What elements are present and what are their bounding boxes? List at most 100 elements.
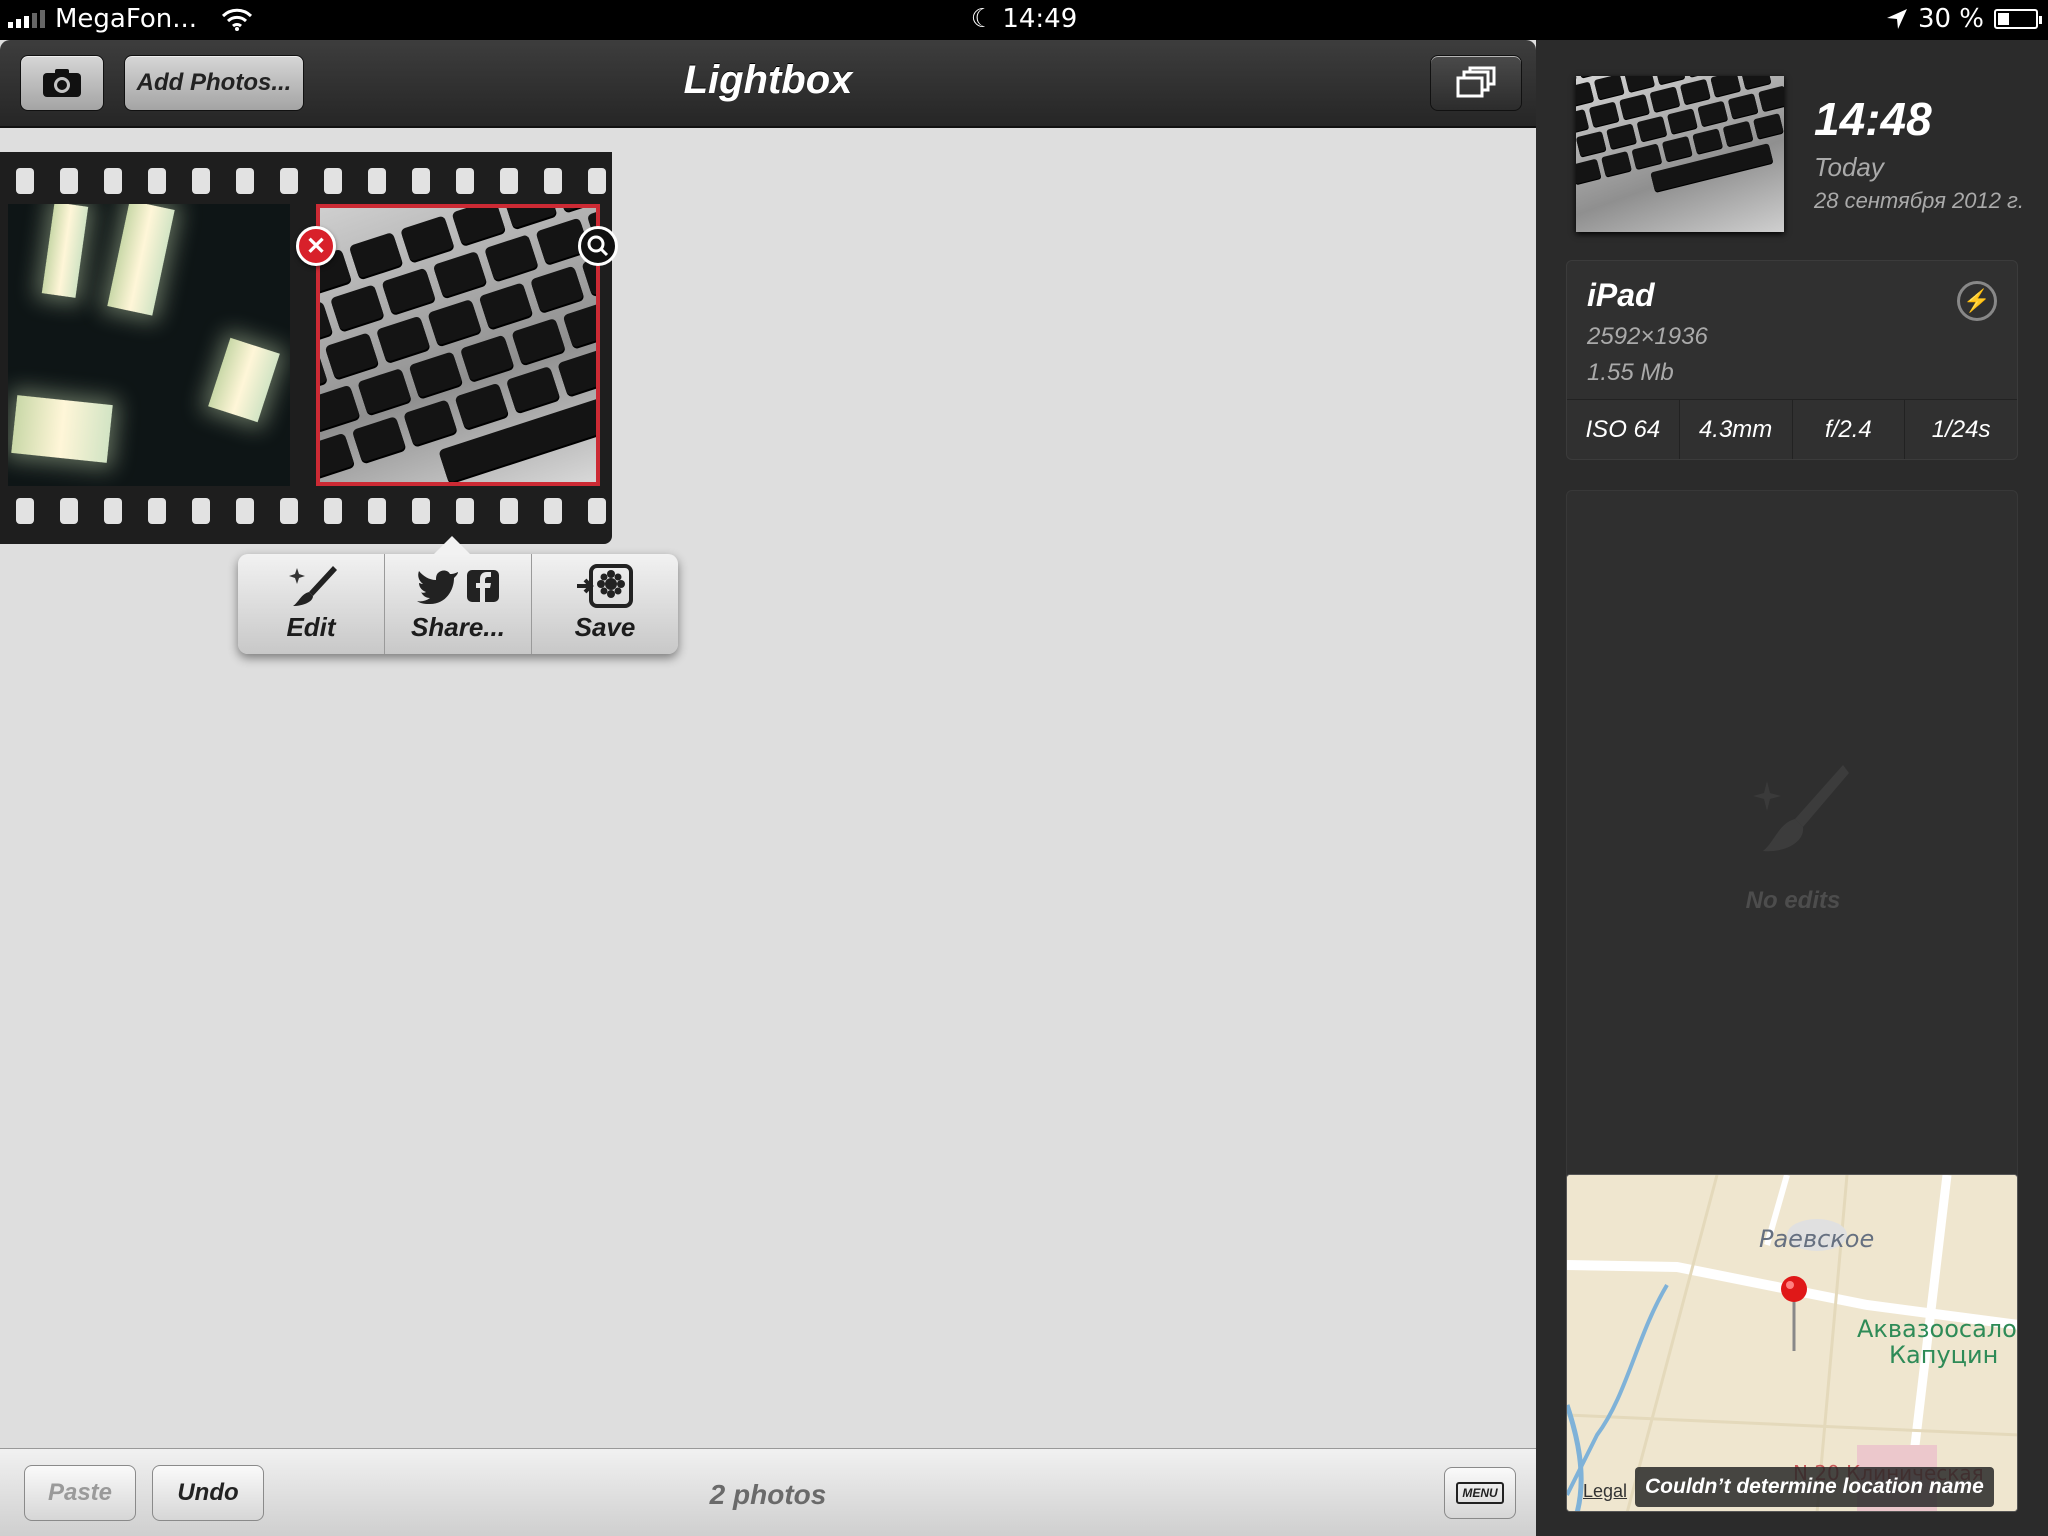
- keyboard-key: [1593, 76, 1625, 100]
- film-perforation: [236, 168, 254, 194]
- keyboard-key: [1624, 76, 1655, 92]
- film-strip: [0, 152, 612, 544]
- map-place-kapucin: Капуцин: [1889, 1341, 1999, 1369]
- film-perforation: [104, 498, 122, 524]
- keyboard-key: [324, 332, 379, 379]
- stack-icon: [1456, 66, 1496, 98]
- share-label: Share...: [411, 611, 505, 642]
- keyboard-key: [1666, 108, 1698, 134]
- keyboard-key: [427, 298, 482, 346]
- device-name: iPad: [1587, 277, 1655, 313]
- map-pin-icon: [1781, 1276, 1807, 1351]
- top-toolbar: Add Photos... Lightbox: [0, 40, 1536, 128]
- location-map[interactable]: Раевское Аквазоосало Капуцин N 20 Клинич…: [1566, 1174, 2018, 1512]
- photo-resolution: 2592×1936: [1587, 323, 1708, 350]
- status-center: ☾ 14:49: [0, 4, 2048, 34]
- save-button[interactable]: Save: [532, 554, 678, 654]
- keyboard-key: [400, 215, 455, 262]
- map-place-raevskoe: Раевское: [1759, 1225, 1875, 1253]
- film-perforation: [412, 168, 430, 194]
- keyboard-key: [478, 282, 533, 329]
- twitter-icon: [417, 569, 458, 604]
- battery-level: [1998, 13, 2009, 25]
- film-perforation: [412, 498, 430, 524]
- film-perforation: [324, 168, 342, 194]
- keyboard-key: [1636, 115, 1668, 142]
- keyboard-key: [1601, 151, 1632, 177]
- exif-row: ISO 64 4.3mm f/2.4 1/24s: [1567, 399, 2017, 459]
- keyboard-key: [562, 301, 596, 348]
- film-perforation: [16, 498, 34, 524]
- keyboard-key: [554, 208, 596, 212]
- moon-icon: ☾: [970, 4, 995, 34]
- keyboard-key: [505, 365, 561, 413]
- keyboard-key: [1758, 85, 1784, 112]
- save-label: Save: [574, 611, 636, 642]
- film-perforation: [280, 498, 298, 524]
- keyboard-key: [381, 267, 436, 315]
- keyboard-key: [348, 231, 404, 279]
- stack-view-button[interactable]: [1430, 55, 1522, 111]
- status-bar: MegaFon... ☾ 14:49 30 %: [0, 0, 2048, 40]
- edit-button[interactable]: Edit: [238, 554, 385, 654]
- keyboard-key: [557, 349, 596, 396]
- keyboard-key: [1606, 123, 1637, 150]
- keyboard-photo: [320, 208, 596, 482]
- film-perforation: [280, 168, 298, 194]
- film-perforation: [148, 498, 166, 524]
- keyboard-key: [1727, 93, 1759, 119]
- selected-photo-preview[interactable]: [1576, 76, 1784, 232]
- edits-panel: No edits: [1566, 490, 2018, 1184]
- film-perforation: [16, 168, 34, 194]
- keyboard-key: [432, 250, 487, 298]
- facebook-icon: [467, 569, 499, 602]
- no-edits-label: No edits: [1745, 887, 1841, 914]
- film-perforation: [544, 168, 562, 194]
- page-title: Lightbox: [683, 58, 853, 102]
- status-time: 14:49: [1002, 4, 1078, 34]
- film-perforation: [60, 168, 78, 194]
- keyboard-key: [351, 416, 407, 463]
- exif-iso: ISO 64: [1567, 400, 1680, 459]
- photo-time: 14:48: [1814, 93, 1932, 145]
- keyboard-key: [320, 349, 328, 396]
- keyboard-key: [459, 334, 515, 382]
- film-perforation: [368, 498, 386, 524]
- keyboard-key: [1576, 158, 1602, 185]
- keyboard-key: [1753, 113, 1784, 139]
- brush-icon: [1753, 765, 1849, 852]
- battery-icon: [1994, 9, 2042, 29]
- keyboard-key: [511, 317, 566, 365]
- keyboard-key: [1679, 78, 1711, 105]
- exif-focal-length: 4.3mm: [1680, 400, 1793, 459]
- film-perforation: [60, 498, 78, 524]
- keyboard-photo-small: [1576, 76, 1784, 192]
- keyboard-key: [1661, 135, 1693, 162]
- photo-date: 28 сентября 2012 г.: [1814, 188, 2024, 213]
- file-size: 1.55 Mb: [1587, 359, 1674, 386]
- save-to-photos-icon: [577, 563, 633, 608]
- film-perforation: [192, 498, 210, 524]
- keyboard-key: [1649, 86, 1681, 112]
- bottom-toolbar: Paste Undo 2 photos MENU: [0, 1448, 1536, 1536]
- keyboard-key: [451, 208, 506, 246]
- share-button[interactable]: Share...: [385, 554, 532, 654]
- film-perforation: [456, 168, 474, 194]
- photo-thumbnail-2-selected[interactable]: [316, 204, 600, 486]
- keyboard-key: [320, 301, 333, 348]
- menu-button[interactable]: MENU: [1444, 1467, 1516, 1519]
- keyboard-key: [330, 284, 385, 331]
- delete-photo-button[interactable]: ✕: [296, 226, 336, 266]
- zoom-photo-button[interactable]: [578, 226, 618, 266]
- keyboard-key: [484, 234, 539, 281]
- map-place-akvazoo: Аквазоосало: [1857, 1315, 2017, 1343]
- keyboard-key: [1631, 143, 1663, 170]
- keyboard-key: [1654, 76, 1686, 85]
- film-perforation: [500, 498, 518, 524]
- film-perforation: [192, 168, 210, 194]
- film-perforation: [456, 498, 474, 524]
- map-legal-link[interactable]: Legal: [1583, 1481, 1627, 1502]
- photo-thumbnail-1[interactable]: [8, 204, 290, 486]
- film-perforation: [148, 168, 166, 194]
- keyboard-key: [454, 382, 509, 430]
